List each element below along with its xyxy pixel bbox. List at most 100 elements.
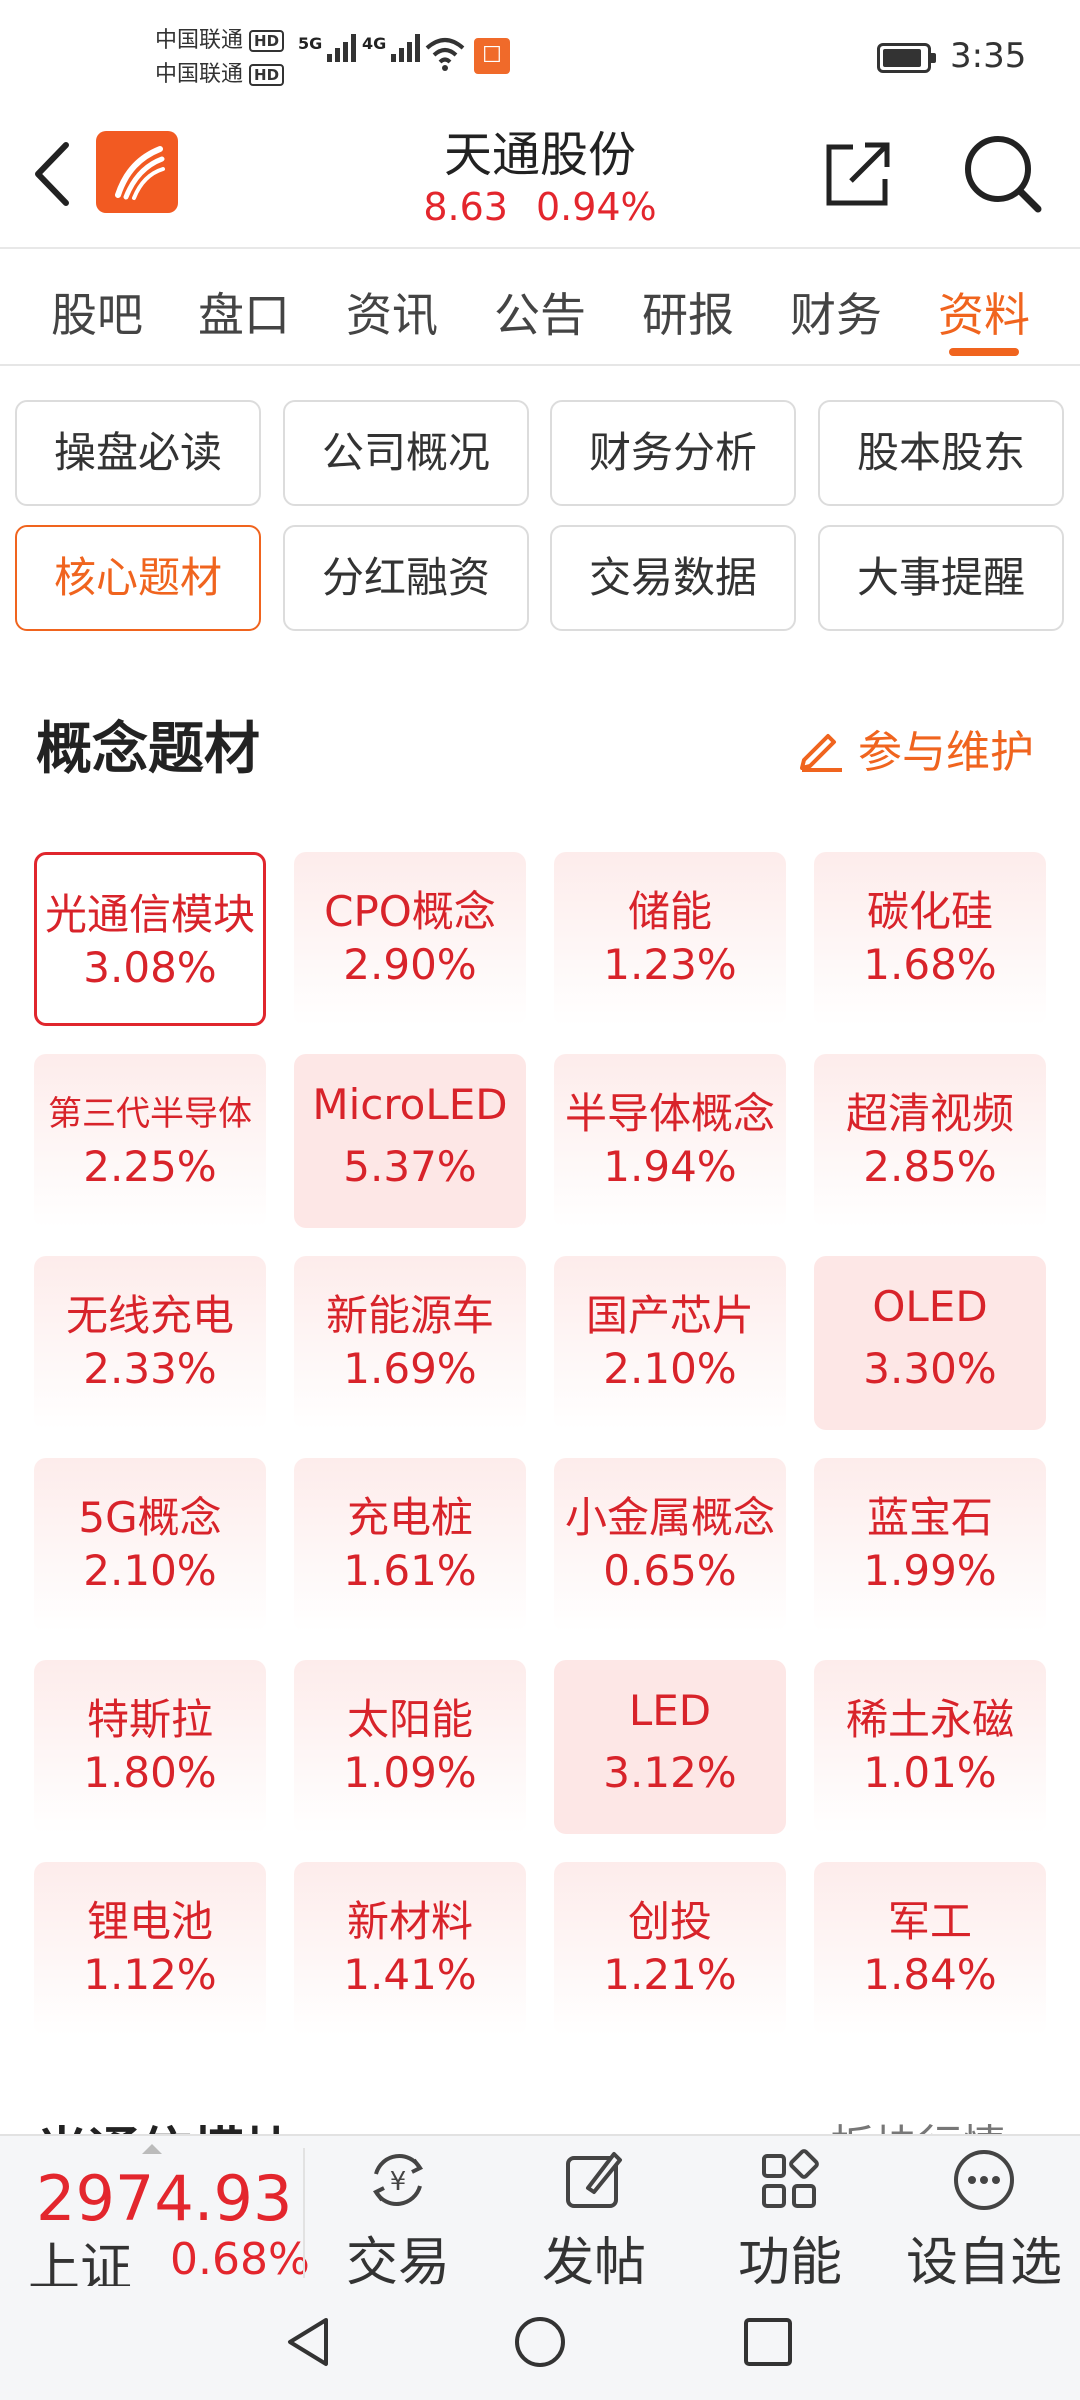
concept-tile[interactable]: 超清视频 2.85%: [814, 1054, 1046, 1228]
system-nav-bar: [0, 2286, 1080, 2400]
subtab-trading-data[interactable]: 交易数据: [550, 525, 796, 631]
concept-tile[interactable]: 新能源车 1.69%: [294, 1256, 526, 1430]
concept-tile[interactable]: 小金属概念 0.65%: [554, 1458, 786, 1632]
system-back-icon[interactable]: [282, 2314, 334, 2370]
concept-name: CPO概念: [324, 887, 496, 936]
concept-name: 超清视频: [845, 1089, 1014, 1138]
maintain-button[interactable]: 参与维护: [796, 716, 1034, 780]
tab-news[interactable]: 资讯: [332, 279, 452, 345]
nav-post[interactable]: 发帖: [504, 2144, 684, 2295]
functions-grid-icon: [762, 2149, 819, 2208]
nav-add-watchlist[interactable]: 设自选: [894, 2144, 1074, 2295]
concept-pct: 2.10%: [603, 1344, 737, 1393]
concept-name: 第三代半导体: [48, 1094, 252, 1134]
bottom-bar: 2974.93 上证 0.68% ¥ 交易 发帖 功能 设自选: [0, 2134, 1080, 2299]
system-recents-icon[interactable]: [742, 2316, 794, 2368]
maintain-label: 参与维护: [858, 727, 1034, 778]
concept-pct: 5.37%: [343, 1142, 477, 1191]
concept-tile[interactable]: 新材料 1.41%: [294, 1862, 526, 2036]
concept-pct: 1.99%: [863, 1546, 997, 1595]
tab-guba[interactable]: 股吧: [37, 279, 157, 345]
tab-pankou[interactable]: 盘口: [184, 279, 304, 345]
concept-pct: 3.08%: [83, 943, 217, 992]
concept-tile[interactable]: MicroLED 5.37%: [294, 1054, 526, 1228]
concept-name: 国产芯片: [585, 1291, 754, 1340]
concept-tile[interactable]: 国产芯片 2.10%: [554, 1256, 786, 1430]
concept-name: OLED: [872, 1282, 988, 1331]
concept-pct: 1.12%: [83, 1950, 217, 1999]
nav-trade[interactable]: ¥ 交易: [308, 2144, 488, 2295]
concept-pct: 1.69%: [343, 1344, 477, 1393]
concept-tile[interactable]: OLED 3.30%: [814, 1256, 1046, 1430]
notification-app-icon: ☐: [474, 38, 510, 74]
concept-pct: 1.23%: [603, 940, 737, 989]
tab-profile[interactable]: 资料: [924, 279, 1044, 345]
subtab-dividends[interactable]: 分红融资: [283, 525, 529, 631]
subtab-core-themes[interactable]: 核心题材: [15, 525, 261, 631]
concept-pct: 2.90%: [343, 940, 477, 989]
concept-pct: 1.80%: [83, 1748, 217, 1797]
system-home-icon[interactable]: [512, 2314, 568, 2370]
status-bar: 中国联通 HD 中国联通 HD 5G 4G ☐ 3:35: [0, 0, 1080, 115]
share-icon[interactable]: [823, 137, 895, 209]
nav-add-watchlist-label: 设自选: [905, 2233, 1062, 2293]
subtab-trading-guide[interactable]: 操盘必读: [15, 400, 261, 506]
search-icon[interactable]: [960, 131, 1044, 215]
nav-functions-label: 功能: [737, 2233, 842, 2293]
carrier-info: 中国联通 HD 中国联通 HD: [155, 24, 285, 92]
concept-tile[interactable]: 太阳能 1.09%: [294, 1660, 526, 1834]
stock-header: 天通股份 8.63 0.94%: [0, 115, 1080, 249]
clock: 3:35: [950, 36, 1027, 76]
net-label-1: 5G: [298, 34, 323, 53]
concept-name: 稀土永磁: [845, 1695, 1014, 1744]
concept-tile[interactable]: 碳化硅 1.68%: [814, 852, 1046, 1026]
divider: [303, 2148, 305, 2278]
concept-name: 新材料: [346, 1897, 473, 1946]
concept-tile[interactable]: 储能 1.23%: [554, 852, 786, 1026]
nav-functions[interactable]: 功能: [700, 2144, 880, 2295]
index-value[interactable]: 2974.93: [36, 2162, 292, 2235]
concept-name: 锂电池: [86, 1897, 213, 1946]
subtab-company-overview[interactable]: 公司概况: [283, 400, 529, 506]
concept-tile[interactable]: 第三代半导体 2.25%: [34, 1054, 266, 1228]
concept-tile[interactable]: 特斯拉 1.80%: [34, 1660, 266, 1834]
concept-tile[interactable]: 军工 1.84%: [814, 1862, 1046, 2036]
concept-tile[interactable]: 创投 1.21%: [554, 1862, 786, 2036]
concept-tile[interactable]: CPO概念 2.90%: [294, 852, 526, 1026]
stock-change-pct: 0.94%: [535, 185, 657, 229]
concept-tile[interactable]: 稀土永磁 1.01%: [814, 1660, 1046, 1834]
concept-name: 碳化硅: [866, 887, 993, 936]
concept-tile[interactable]: 蓝宝石 1.99%: [814, 1458, 1046, 1632]
subtab-event-reminders[interactable]: 大事提醒: [818, 525, 1064, 631]
tab-finance[interactable]: 财务: [776, 279, 896, 345]
concept-pct: 1.41%: [343, 1950, 477, 1999]
concept-name: 小金属概念: [564, 1493, 775, 1542]
concept-name: 充电桩: [346, 1493, 473, 1542]
index-expand-icon[interactable]: [142, 2144, 162, 2154]
concept-name: 储能: [627, 887, 712, 936]
concept-pct: 3.12%: [603, 1748, 737, 1797]
concept-tile[interactable]: 光通信模块 3.08%: [34, 852, 266, 1026]
concept-tile[interactable]: 锂电池 1.12%: [34, 1862, 266, 2036]
concept-tile[interactable]: 5G概念 2.10%: [34, 1458, 266, 1632]
index-pct: 0.68%: [170, 2234, 310, 2285]
subtab-shareholders[interactable]: 股本股东: [818, 400, 1064, 506]
concept-pct: 1.84%: [863, 1950, 997, 1999]
concept-pct: 2.85%: [863, 1142, 997, 1191]
subtab-financial-analysis[interactable]: 财务分析: [550, 400, 796, 506]
concept-name: 军工: [887, 1897, 972, 1946]
concept-name: 半导体概念: [564, 1089, 775, 1138]
tab-announcements[interactable]: 公告: [480, 279, 600, 345]
concept-pct: 1.21%: [603, 1950, 737, 1999]
concept-tile[interactable]: LED 3.12%: [554, 1660, 786, 1834]
main-tabs: 股吧 盘口 资讯 公告 研报 财务 资料: [0, 249, 1080, 366]
concept-tile[interactable]: 半导体概念 1.94%: [554, 1054, 786, 1228]
sector-quote-link[interactable]: 板块行情 >: [830, 2110, 1057, 2136]
trade-yen-icon: ¥: [372, 2154, 424, 2206]
stock-name: 天通股份: [443, 127, 636, 183]
tab-research[interactable]: 研报: [628, 279, 748, 345]
concept-tile[interactable]: 无线充电 2.33%: [34, 1256, 266, 1430]
concept-tile[interactable]: 充电桩 1.61%: [294, 1458, 526, 1632]
pencil-icon: [800, 734, 842, 772]
concept-pct: 1.61%: [343, 1546, 477, 1595]
